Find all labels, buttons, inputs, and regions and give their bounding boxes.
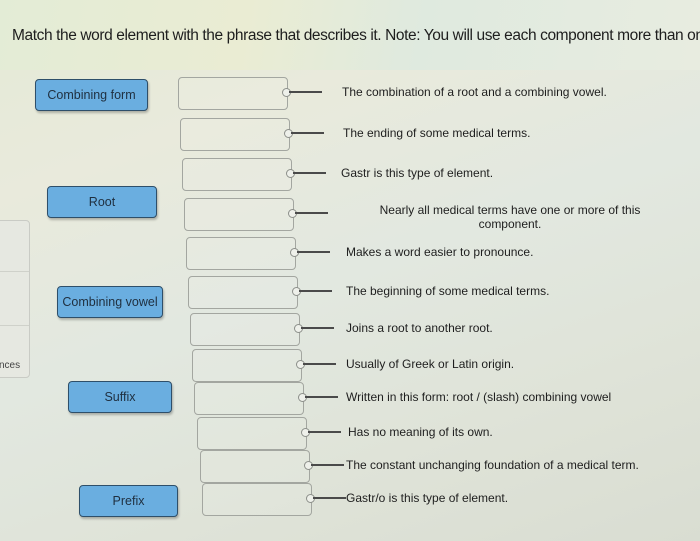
drop-zone[interactable] (186, 237, 296, 270)
connector-line (313, 497, 346, 499)
term-combining-form[interactable]: Combining form (35, 79, 148, 111)
phrase-text: Usually of Greek or Latin origin. (346, 357, 515, 371)
drop-zone[interactable] (184, 198, 294, 231)
connector-line (308, 431, 341, 433)
phrase-text: Nearly all medical terms have one or mor… (379, 203, 641, 231)
drop-zone[interactable] (190, 313, 300, 346)
connector-line (293, 172, 326, 174)
phrase-text: Gastr/o is this type of element. (346, 491, 509, 505)
term-suffix[interactable]: Suffix (68, 381, 172, 413)
connector-line (305, 396, 338, 398)
connector-line (301, 327, 334, 329)
connector-line (311, 464, 344, 466)
connector-line (297, 251, 330, 253)
drop-zone[interactable] (202, 483, 312, 516)
drop-zone[interactable] (182, 158, 292, 191)
phrase-text: The beginning of some medical terms. (346, 284, 550, 298)
side-panel: nces (0, 220, 30, 378)
term-combining-vowel[interactable]: Combining vowel (57, 286, 163, 318)
drop-zone[interactable] (192, 349, 302, 382)
connector-line (303, 363, 336, 365)
drop-zone[interactable] (180, 118, 290, 151)
phrase-text: Joins a root to another root. (346, 321, 493, 335)
drop-zone[interactable] (194, 382, 304, 415)
phrase-text: Has no meaning of its own. (348, 425, 493, 439)
phrase-text: The constant unchanging foundation of a … (346, 458, 639, 472)
term-root[interactable]: Root (47, 186, 157, 218)
drop-zone[interactable] (188, 276, 298, 309)
instructions-text: Match the word element with the phrase t… (12, 27, 700, 44)
side-panel-divider (0, 325, 29, 326)
drop-zone[interactable] (178, 77, 288, 110)
header-bar: Match the word element with the phrase t… (0, 0, 700, 70)
side-panel-divider (0, 271, 29, 272)
connector-line (299, 290, 332, 292)
side-panel-label: nces (0, 360, 21, 371)
phrase-text: The combination of a root and a combinin… (342, 85, 607, 99)
term-prefix[interactable]: Prefix (79, 485, 178, 517)
phrase-text: Written in this form: root / (slash) com… (346, 390, 612, 404)
connector-line (289, 91, 322, 93)
drop-zone[interactable] (200, 450, 310, 483)
phrase-text: Makes a word easier to pronounce. (346, 245, 534, 259)
phrase-text: The ending of some medical terms. (343, 126, 531, 140)
drop-zone[interactable] (197, 417, 307, 450)
connector-line (295, 212, 328, 214)
connector-line (291, 132, 324, 134)
phrase-text: Gastr is this type of element. (341, 166, 494, 180)
